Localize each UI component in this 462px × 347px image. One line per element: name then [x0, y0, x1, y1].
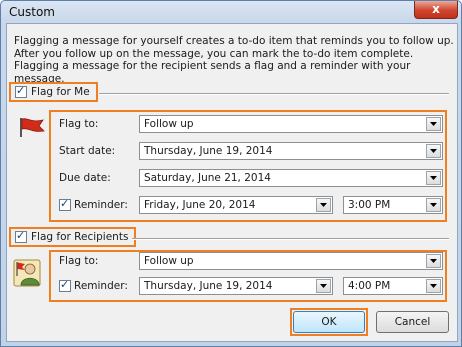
chevron-down-icon[interactable] [426, 171, 441, 185]
cancel-button[interactable]: Cancel [376, 311, 449, 333]
recipient-reminder-date-value: Thursday, June 19, 2014 [144, 280, 273, 292]
dialog-title: Custom [9, 5, 55, 19]
flag-for-me-check: ✓ [15, 84, 27, 98]
chevron-down-icon[interactable] [426, 279, 441, 293]
reminder-checkbox[interactable]: ✓ Reminder: [59, 197, 128, 211]
recipient-flag-icon [13, 259, 41, 287]
chevron-down-icon[interactable] [316, 198, 331, 212]
red-flag-icon [20, 118, 45, 137]
flag-for-recipients-checkbox[interactable]: ✓ Flag for Recipients [9, 227, 137, 247]
recipient-reminder-time-value: 4:00 PM [348, 280, 391, 292]
reminder-date-value: Friday, June 20, 2014 [144, 199, 256, 211]
reminder-time-value: 3:00 PM [348, 199, 391, 211]
flag-to-label: Flag to: [59, 118, 99, 130]
checkmark-icon: ✓ [60, 278, 70, 291]
recipient-flag-to-value: Follow up [144, 255, 194, 267]
chevron-down-icon[interactable] [316, 279, 331, 293]
due-date-dropdown[interactable]: Saturday, June 21, 2014 [139, 169, 443, 187]
reminder-check: ✓ [59, 197, 71, 211]
custom-dialog: Custom x Flagging a message for yourself… [0, 0, 462, 347]
flag-to-value: Follow up [144, 118, 194, 130]
dialog-body: Flagging a message for yourself creates … [6, 23, 458, 342]
reminder-time-dropdown[interactable]: 3:00 PM [343, 196, 443, 214]
reminder-date-dropdown[interactable]: Friday, June 20, 2014 [139, 196, 333, 214]
flag-to-dropdown[interactable]: Follow up [139, 115, 443, 133]
start-date-value: Thursday, June 19, 2014 [144, 145, 273, 157]
recipient-reminder-check: ✓ [59, 278, 71, 292]
recipient-reminder-label: Reminder: [74, 280, 128, 292]
recipient-reminder-time-dropdown[interactable]: 4:00 PM [343, 277, 443, 295]
flag-for-me-options: Flag to: Follow up Start date: Thursday,… [49, 110, 447, 222]
description-text: Flagging a message for yourself creates … [14, 35, 454, 85]
checkmark-icon: ✓ [16, 84, 26, 97]
due-date-value: Saturday, June 21, 2014 [144, 172, 271, 184]
recipient-reminder-checkbox[interactable]: ✓ Reminder: [59, 278, 128, 292]
ok-highlight: OK [290, 308, 368, 336]
flag-for-recipients-label: Flag for Recipients [31, 231, 129, 243]
flag-for-recipients-options: Flag to: Follow up ✓ Reminder: Thursday,… [49, 250, 447, 302]
recipient-flag-to-dropdown[interactable]: Follow up [139, 252, 443, 270]
checkmark-icon: ✓ [60, 197, 70, 210]
recipient-reminder-date-dropdown[interactable]: Thursday, June 19, 2014 [139, 277, 333, 295]
flag-for-me-checkbox[interactable]: ✓ Flag for Me [9, 82, 98, 102]
chevron-down-icon[interactable] [426, 117, 441, 131]
flag-for-me-label: Flag for Me [31, 86, 90, 98]
recipient-flag-to-label: Flag to: [59, 255, 99, 267]
start-date-dropdown[interactable]: Thursday, June 19, 2014 [139, 142, 443, 160]
chevron-down-icon[interactable] [426, 144, 441, 158]
chevron-down-icon[interactable] [426, 198, 441, 212]
due-date-label: Due date: [59, 172, 111, 184]
ok-button[interactable]: OK [293, 311, 365, 333]
chevron-down-icon[interactable] [426, 254, 441, 268]
checkmark-icon: ✓ [16, 229, 26, 242]
flag-for-recipients-check: ✓ [15, 229, 27, 243]
close-icon: x [432, 2, 440, 16]
start-date-label: Start date: [59, 145, 116, 157]
group-separator [99, 93, 449, 95]
close-button[interactable]: x [414, 1, 458, 19]
group-separator [132, 238, 449, 240]
reminder-label: Reminder: [74, 199, 128, 211]
